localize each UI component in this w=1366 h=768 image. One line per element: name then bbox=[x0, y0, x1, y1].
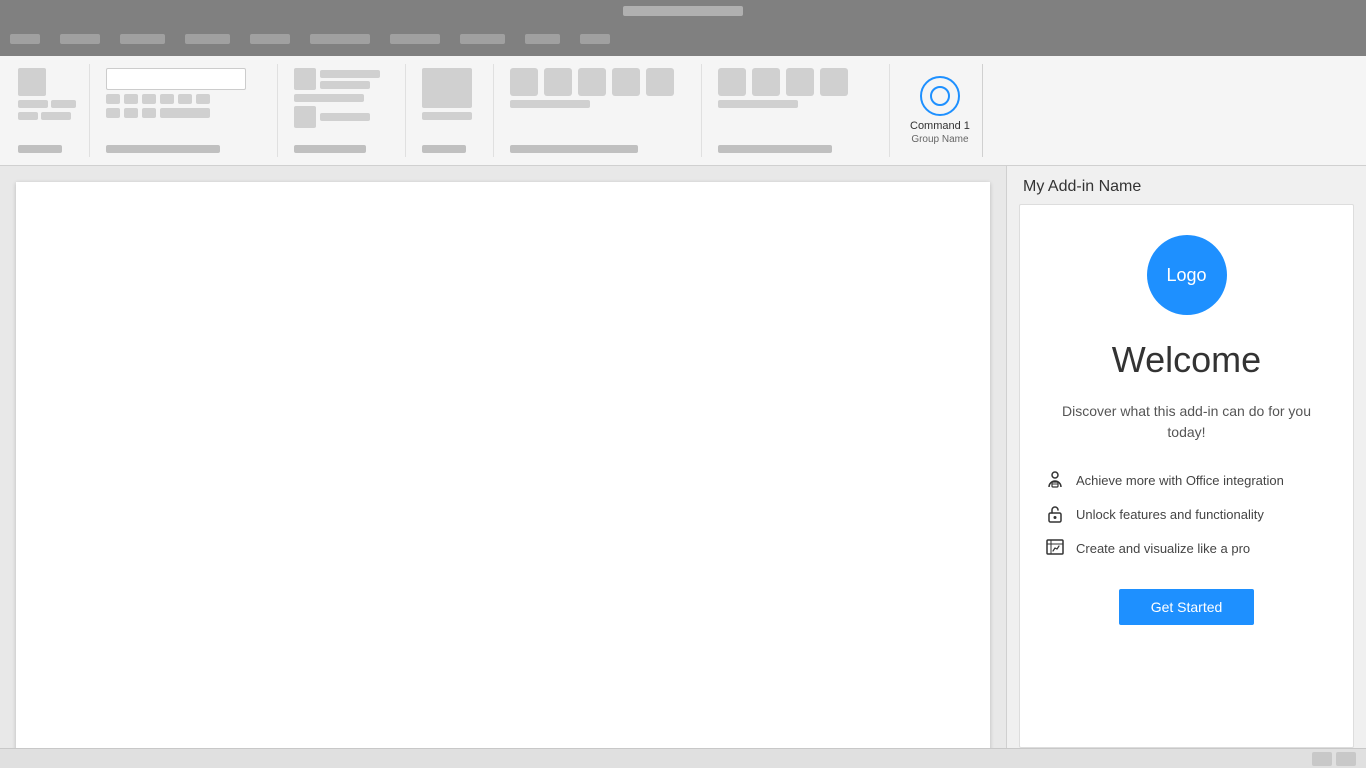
status-btn-2[interactable] bbox=[1336, 752, 1356, 766]
feature-item-1: Achieve more with Office integration bbox=[1044, 463, 1329, 497]
feature-label-1: Achieve more with Office integration bbox=[1076, 473, 1284, 488]
ribbon-section-1 bbox=[10, 64, 90, 157]
rp18 bbox=[320, 113, 370, 121]
feature-item-2: Unlock features and functionality bbox=[1044, 497, 1329, 531]
rblock6 bbox=[718, 68, 746, 96]
rp5 bbox=[106, 94, 120, 104]
rp16 bbox=[320, 81, 370, 89]
rp4 bbox=[41, 112, 71, 120]
ribbon: Command 1 Group Name bbox=[0, 56, 1366, 166]
status-btn-1[interactable] bbox=[1312, 752, 1332, 766]
logo-circle: Logo bbox=[1147, 235, 1227, 315]
menu-design[interactable] bbox=[185, 34, 230, 44]
command-icon-inner bbox=[930, 86, 950, 106]
ribbon-command-group: Command 1 Group Name bbox=[898, 64, 983, 157]
welcome-heading: Welcome bbox=[1112, 339, 1261, 381]
title-bar-text bbox=[623, 6, 743, 16]
rp12 bbox=[124, 108, 138, 118]
ribbon-section-label-6 bbox=[718, 145, 832, 153]
document-area bbox=[0, 166, 1006, 748]
rblock2 bbox=[544, 68, 572, 96]
rp8 bbox=[160, 94, 174, 104]
rp2 bbox=[51, 100, 76, 108]
welcome-description: Discover what this add-in can do for you… bbox=[1044, 401, 1329, 443]
document-page[interactable] bbox=[16, 182, 990, 748]
ribbon-section-label-5 bbox=[510, 145, 638, 153]
feature-label-2: Unlock features and functionality bbox=[1076, 507, 1264, 522]
rp19 bbox=[422, 112, 472, 120]
ribbon-section-label-2 bbox=[106, 145, 220, 153]
rblock9 bbox=[820, 68, 848, 96]
logo-label: Logo bbox=[1166, 265, 1206, 286]
ribbon-section-6 bbox=[710, 64, 890, 157]
ribbon-section-4 bbox=[414, 64, 494, 157]
ribbon-icon-1 bbox=[18, 68, 46, 96]
ribbon-section-label-4 bbox=[422, 145, 466, 153]
ricon1 bbox=[294, 68, 316, 90]
status-bar bbox=[0, 748, 1366, 768]
menu-layout[interactable] bbox=[250, 34, 290, 44]
group-name-label: Group Name bbox=[911, 134, 968, 145]
rblock5 bbox=[646, 68, 674, 96]
rp1 bbox=[18, 100, 48, 108]
menu-home[interactable] bbox=[60, 34, 100, 44]
menu-mailings[interactable] bbox=[390, 34, 440, 44]
ribbon-section-label-3 bbox=[294, 145, 366, 153]
rp17 bbox=[294, 94, 364, 102]
rblock7 bbox=[752, 68, 780, 96]
rp6 bbox=[124, 94, 138, 104]
feature-list: Achieve more with Office integration Unl… bbox=[1044, 463, 1329, 565]
get-started-button[interactable]: Get Started bbox=[1119, 589, 1255, 625]
menu-bar bbox=[0, 22, 1366, 56]
ribbon-font-input[interactable] bbox=[106, 68, 246, 90]
rblock1 bbox=[510, 68, 538, 96]
rp10 bbox=[196, 94, 210, 104]
ribbon-section-3 bbox=[286, 64, 406, 157]
menu-review[interactable] bbox=[460, 34, 505, 44]
sidebar: My Add-in Name Logo Welcome Discover wha… bbox=[1006, 166, 1366, 748]
ribbon-section-2 bbox=[98, 64, 278, 157]
menu-help[interactable] bbox=[580, 34, 610, 44]
rp9 bbox=[178, 94, 192, 104]
feature-label-3: Create and visualize like a pro bbox=[1076, 541, 1250, 556]
main-area: My Add-in Name Logo Welcome Discover wha… bbox=[0, 166, 1366, 748]
rp7 bbox=[142, 94, 156, 104]
rp3 bbox=[18, 112, 38, 120]
rblock4 bbox=[612, 68, 640, 96]
ribbon-section-label-1 bbox=[18, 145, 62, 153]
rp15 bbox=[320, 70, 380, 78]
command-icon bbox=[920, 76, 960, 116]
office-integration-icon bbox=[1044, 469, 1066, 491]
menu-view[interactable] bbox=[525, 34, 560, 44]
title-bar bbox=[0, 0, 1366, 22]
ricon2 bbox=[294, 106, 316, 128]
rp11 bbox=[106, 108, 120, 118]
unlock-icon bbox=[1044, 503, 1066, 525]
rblock3 bbox=[578, 68, 606, 96]
menu-references[interactable] bbox=[310, 34, 370, 44]
ribbon-section-5 bbox=[502, 64, 702, 157]
rblock8 bbox=[786, 68, 814, 96]
command-label[interactable]: Command 1 bbox=[910, 120, 970, 132]
ricon3 bbox=[422, 68, 472, 108]
sidebar-card: Logo Welcome Discover what this add-in c… bbox=[1019, 204, 1354, 748]
rp14 bbox=[160, 108, 210, 118]
rp21 bbox=[718, 100, 798, 108]
rp13 bbox=[142, 108, 156, 118]
feature-item-3: Create and visualize like a pro bbox=[1044, 531, 1329, 565]
sidebar-title: My Add-in Name bbox=[1007, 166, 1366, 204]
rp20 bbox=[510, 100, 590, 108]
menu-file[interactable] bbox=[10, 34, 40, 44]
visualize-icon bbox=[1044, 537, 1066, 559]
menu-insert[interactable] bbox=[120, 34, 165, 44]
